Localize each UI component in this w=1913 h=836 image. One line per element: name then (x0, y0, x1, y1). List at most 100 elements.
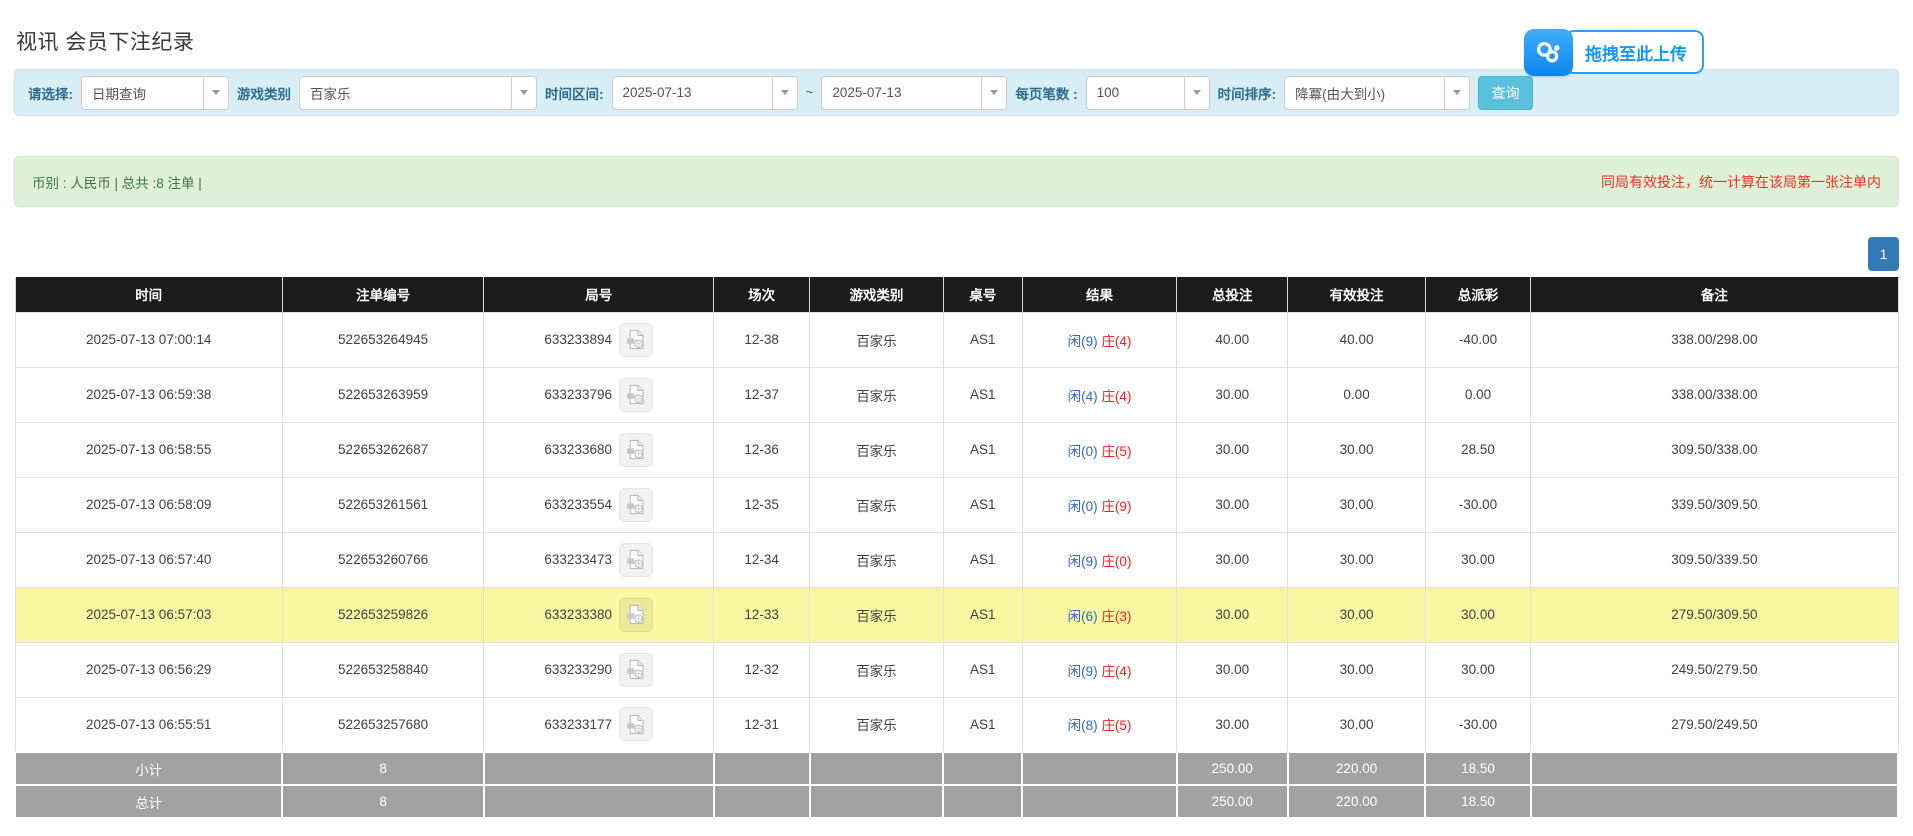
footer-session-empty (714, 752, 810, 785)
upload-dropzone[interactable]: 拖拽至此上传 (1524, 28, 1704, 76)
cell-result: 闲(8) 庄(5) (1022, 697, 1176, 752)
video-replay-button[interactable] (619, 598, 653, 632)
cell-bet-id: 522653257680 (282, 697, 483, 752)
cell-total-bet[interactable]: 30.00 (1177, 587, 1288, 642)
cell-time: 2025-07-13 06:57:40 (15, 532, 282, 587)
upload-label-box: 拖拽至此上传 (1565, 30, 1704, 74)
cell-valid-bet: 30.00 (1288, 477, 1425, 532)
table-row: 2025-07-13 06:57:03522653259826633233380… (15, 587, 1898, 642)
footer-round-empty (484, 752, 714, 785)
cell-round-id: 633233796 (484, 367, 714, 422)
search-button[interactable]: 查询 (1478, 76, 1533, 110)
cell-time: 2025-07-13 06:55:51 (15, 697, 282, 752)
cell-session: 12-38 (714, 312, 810, 367)
table-row: 2025-07-13 06:55:51522653257680 633233177… (15, 697, 1898, 752)
table-row: 2025-07-13 06:57:40522653260766633233473… (15, 532, 1898, 587)
cell-bet-id: 522653260766 (282, 532, 483, 587)
cell-time: 2025-07-13 06:56:29 (15, 642, 282, 697)
cell-total-bet[interactable]: 30.00 (1177, 422, 1288, 477)
cell-game-type: 百家乐 (810, 697, 944, 752)
query-type-select[interactable]: 日期查询 (81, 76, 229, 110)
cell-total-bet[interactable]: 30.00 (1177, 367, 1288, 422)
cell-round-id: 633233473 (484, 532, 714, 587)
cell-bet-id: 522653263959 (282, 367, 483, 422)
col-header-result: 结果 (1022, 277, 1176, 312)
footer-total-bet: 250.00 (1177, 785, 1288, 818)
round-id-text: 633233177 (544, 717, 612, 732)
result-player: 闲(9) (1068, 664, 1098, 679)
result-banker: 庄(3) (1101, 609, 1131, 624)
cell-remark: 279.50/249.50 (1531, 697, 1898, 752)
date-from-select[interactable]: 2025-07-13 (612, 76, 798, 110)
cell-game-type: 百家乐 (810, 642, 944, 697)
cell-time: 2025-07-13 06:59:38 (15, 367, 282, 422)
video-replay-button[interactable] (619, 433, 653, 467)
footer-remark-empty (1531, 752, 1898, 785)
cell-payout: 30.00 (1425, 587, 1530, 642)
cell-result: 闲(9) 庄(0) (1022, 532, 1176, 587)
video-replay-button[interactable] (619, 488, 653, 522)
col-header-session: 场次 (714, 277, 810, 312)
video-file-icon (624, 603, 647, 626)
cell-bet-id: 522653259826 (282, 587, 483, 642)
cell-total-bet[interactable]: 30.00 (1177, 532, 1288, 587)
round-id-text: 633233894 (544, 332, 612, 347)
video-replay-button[interactable] (619, 323, 653, 357)
col-header-valid-bet: 有效投注 (1288, 277, 1425, 312)
cell-remark: 338.00/338.00 (1531, 367, 1898, 422)
result-banker: 庄(4) (1101, 389, 1131, 404)
cell-round-id: 633233177 (484, 697, 714, 752)
round-id-text: 633233796 (544, 387, 612, 402)
cell-session: 12-34 (714, 532, 810, 587)
footer-valid-bet: 220.00 (1288, 785, 1425, 818)
cell-result: 闲(9) 庄(4) (1022, 312, 1176, 367)
cell-payout: -30.00 (1425, 697, 1530, 752)
cell-valid-bet: 30.00 (1288, 697, 1425, 752)
cell-remark: 309.50/338.00 (1531, 422, 1898, 477)
cell-payout: 28.50 (1425, 422, 1530, 477)
footer-table-empty (943, 785, 1022, 818)
cell-table-id: AS1 (943, 477, 1022, 532)
video-replay-button[interactable] (619, 543, 653, 577)
result-player: 闲(4) (1068, 389, 1098, 404)
cell-total-bet[interactable]: 40.00 (1177, 312, 1288, 367)
range-separator: ~ (806, 85, 814, 100)
cell-result: 闲(6) 庄(3) (1022, 587, 1176, 642)
cell-total-bet[interactable]: 30.00 (1177, 697, 1288, 752)
result-banker: 庄(4) (1101, 664, 1131, 679)
footer-total-bet: 250.00 (1177, 752, 1288, 785)
cell-remark: 309.50/339.50 (1531, 532, 1898, 587)
pagination-page-1[interactable]: 1 (1868, 237, 1899, 271)
col-header-table-id: 桌号 (943, 277, 1022, 312)
cell-total-bet[interactable]: 30.00 (1177, 642, 1288, 697)
date-to-select[interactable]: 2025-07-13 (821, 76, 1007, 110)
video-replay-button[interactable] (619, 653, 653, 687)
game-type-label: 游戏类别 (237, 83, 291, 103)
cell-table-id: AS1 (943, 697, 1022, 752)
result-banker: 庄(4) (1101, 334, 1131, 349)
time-sort-select[interactable]: 降冪(由大到小) (1284, 76, 1470, 110)
cell-session: 12-36 (714, 422, 810, 477)
cell-game-type: 百家乐 (810, 312, 944, 367)
footer-game-empty (810, 752, 944, 785)
video-replay-button[interactable] (619, 707, 653, 741)
result-player: 闲(0) (1068, 444, 1098, 459)
cell-payout: -40.00 (1425, 312, 1530, 367)
cell-bet-id: 522653261561 (282, 477, 483, 532)
video-replay-button[interactable] (619, 378, 653, 412)
per-page-select[interactable]: 100 (1086, 76, 1210, 110)
cell-session: 12-35 (714, 477, 810, 532)
round-id-text: 633233680 (544, 442, 612, 457)
cell-total-bet[interactable]: 30.00 (1177, 477, 1288, 532)
chevron-down-icon (511, 77, 536, 109)
cell-remark: 279.50/309.50 (1531, 587, 1898, 642)
game-type-select[interactable]: 百家乐 (299, 76, 537, 110)
cell-remark: 338.00/298.00 (1531, 312, 1898, 367)
time-range-label: 时间区间: (545, 83, 604, 103)
footer-label: 小计 (15, 752, 282, 785)
result-banker: 庄(5) (1101, 718, 1131, 733)
cell-round-id: 633233894 (484, 312, 714, 367)
footer-round-empty (484, 785, 714, 818)
betting-records-page: 视讯 会员下注纪录 拖拽至此上传 请选择: 日期查询 游戏类别 百家乐 时间区间… (0, 26, 1913, 819)
cell-result: 闲(9) 庄(4) (1022, 642, 1176, 697)
